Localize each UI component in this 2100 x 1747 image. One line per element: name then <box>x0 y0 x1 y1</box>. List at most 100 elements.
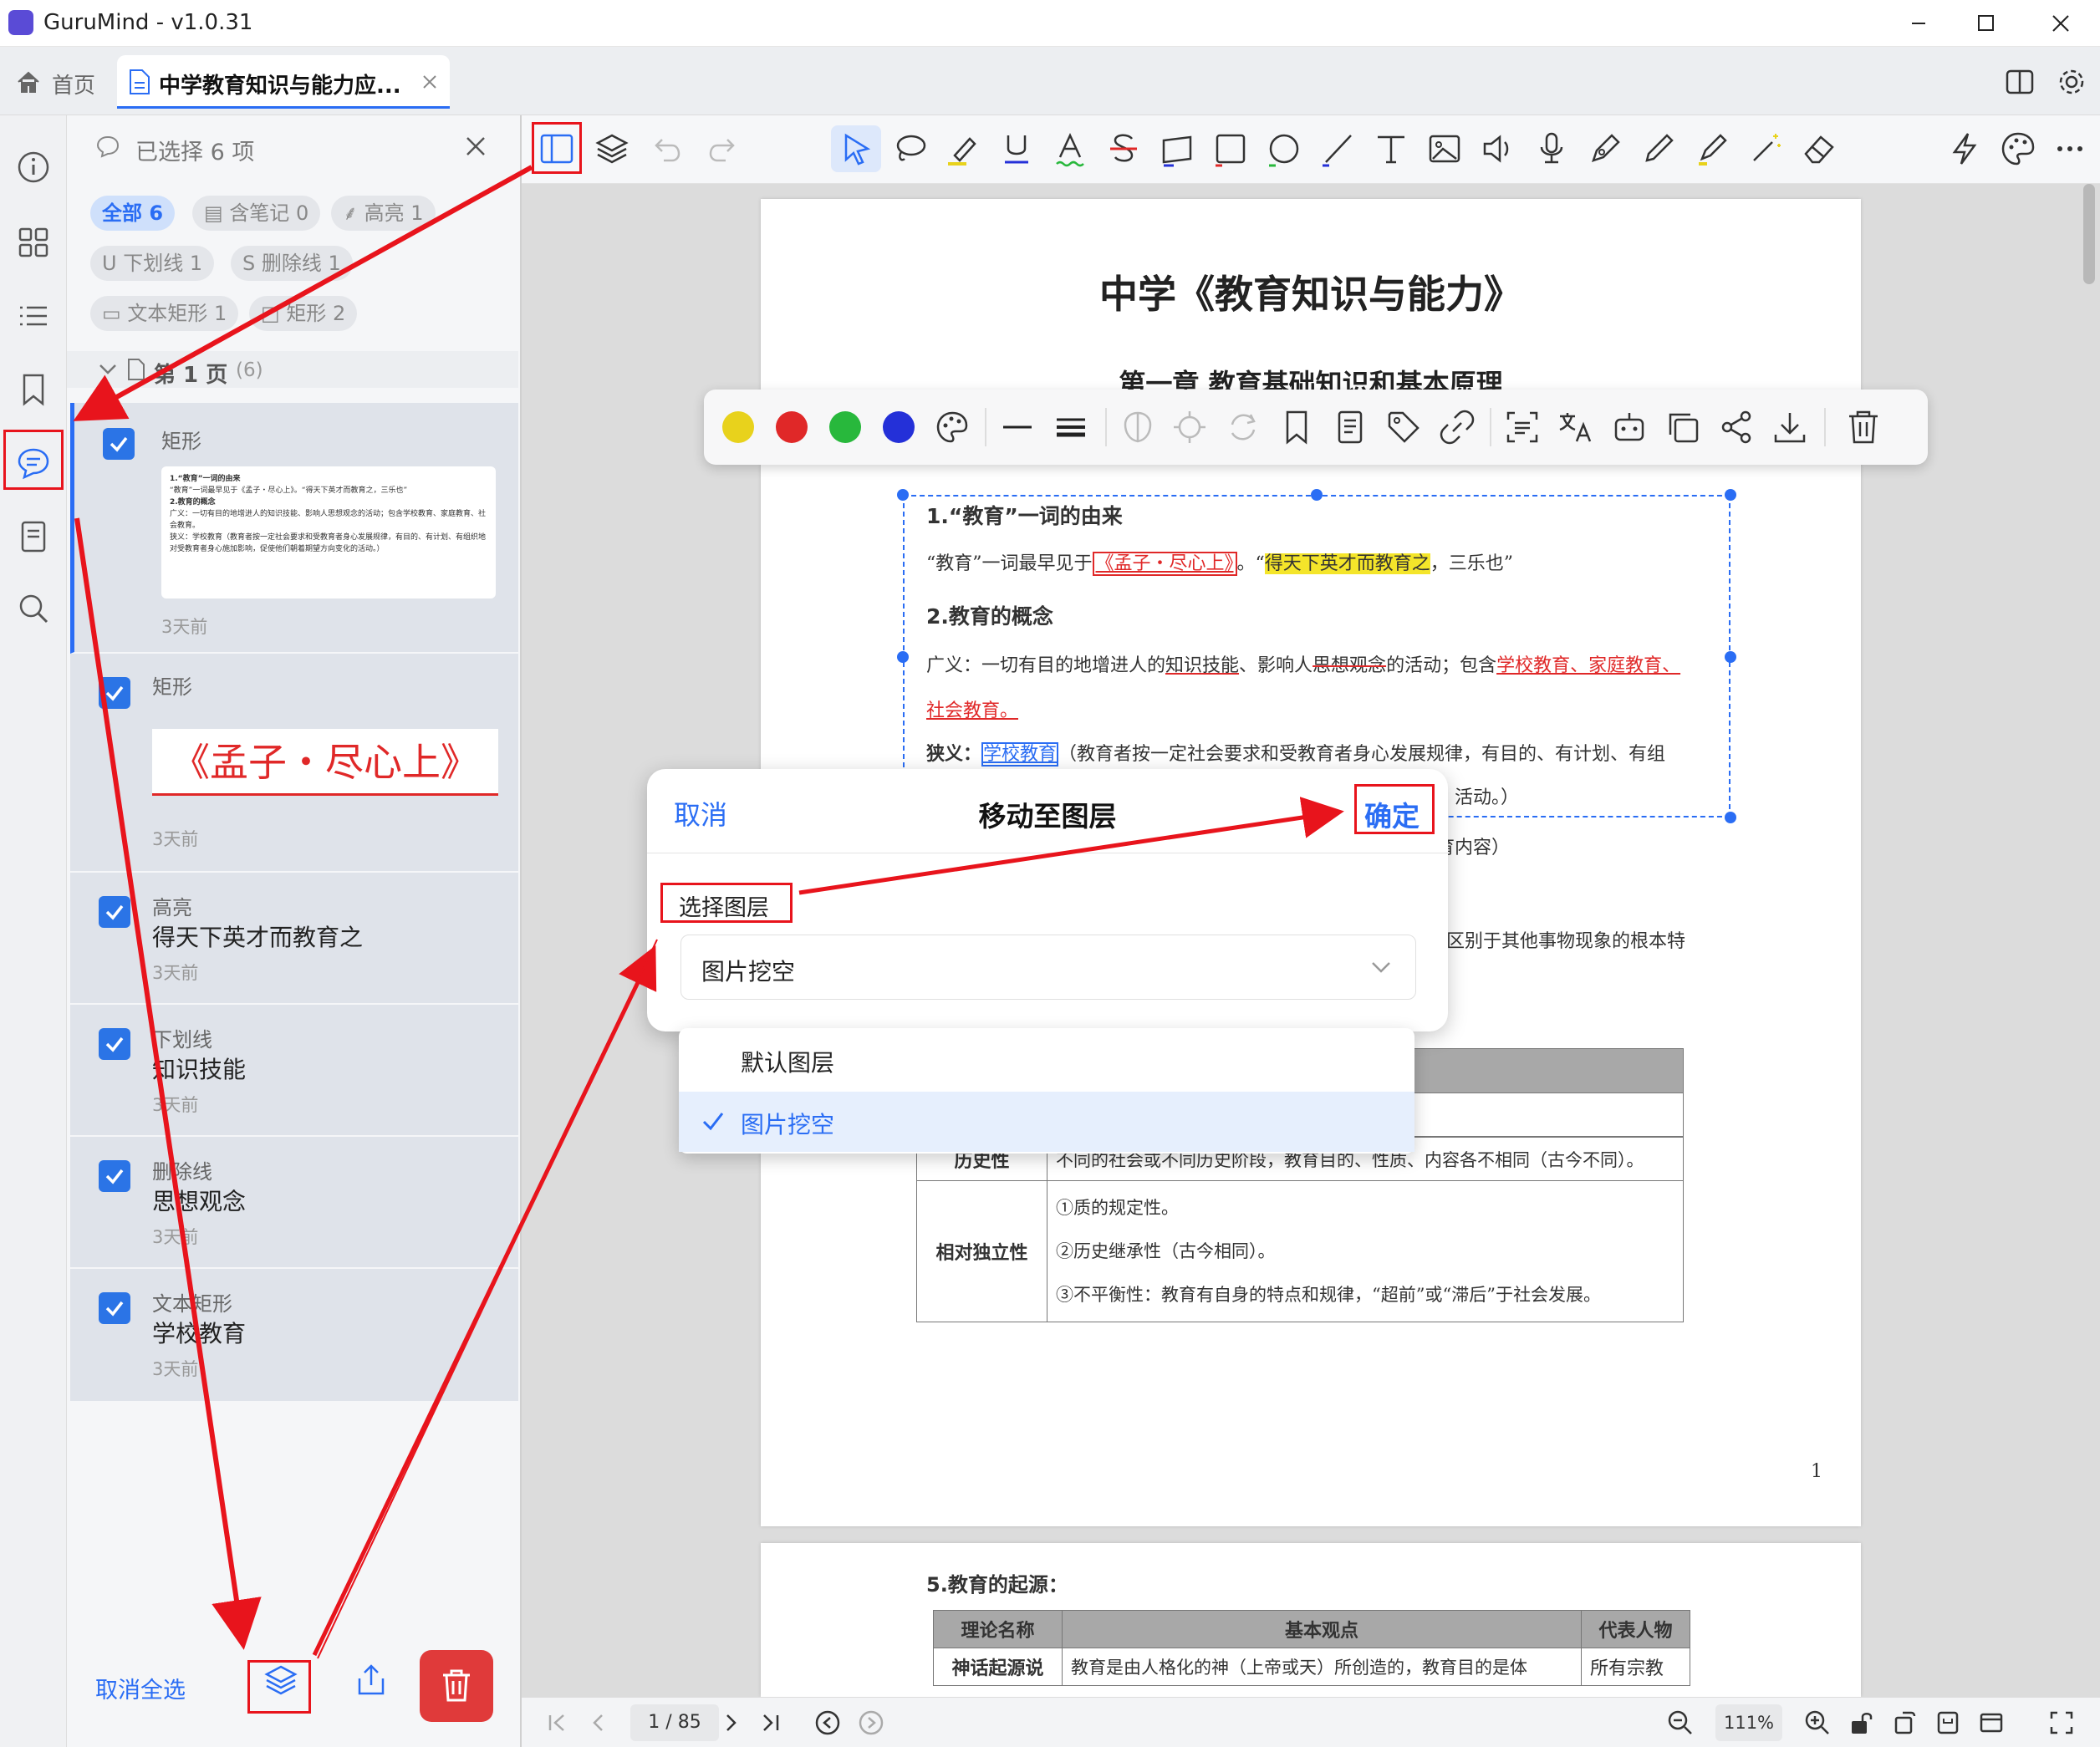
text-rect-annotation[interactable]: 学校教育 <box>981 742 1059 767</box>
text-tool-icon[interactable] <box>1371 129 1411 169</box>
layer-option[interactable]: 默认图层 <box>679 1028 1414 1090</box>
close-window-button[interactable] <box>2040 8 2082 38</box>
layer-option-selected[interactable]: 图片挖空 <box>679 1092 1414 1152</box>
zoom-out-icon[interactable] <box>1667 1709 1694 1736</box>
highlight-annotation[interactable]: 得天下英才而教育之 <box>1264 553 1430 574</box>
split-view-icon[interactable] <box>2005 67 2035 97</box>
audio-tool-icon[interactable] <box>1478 129 1518 169</box>
page-group-header[interactable]: 第 1 页 (6) <box>67 351 518 388</box>
squiggly-icon[interactable] <box>1050 129 1090 169</box>
line-icon[interactable] <box>1318 129 1358 169</box>
copy-icon[interactable] <box>1662 406 1704 448</box>
deselect-all-button[interactable]: 取消全选 <box>95 1672 186 1704</box>
search-icon[interactable] <box>15 590 52 627</box>
filter-rectangle[interactable]: □ 矩形 2 <box>249 296 358 331</box>
card-checkbox[interactable] <box>99 1160 130 1192</box>
tab-close-icon[interactable] <box>421 74 438 90</box>
annotation-card[interactable]: 下划线 知识技能 3天前 <box>70 1005 518 1137</box>
ocr-scan-icon[interactable] <box>1501 406 1543 448</box>
pen-icon[interactable] <box>1639 129 1679 169</box>
filter-highlight[interactable]: ⸙ 高亮 1 <box>331 196 436 231</box>
filter-underline[interactable]: U 下划线 1 <box>90 246 215 281</box>
strikethrough-annotation[interactable]: 思想观念 <box>1312 655 1386 676</box>
redo-icon[interactable] <box>702 129 742 169</box>
lasso-icon[interactable] <box>889 129 930 169</box>
annotation-card[interactable]: 矩形 1.“教育”一词的由来 “教育”一词最早见于《孟子・尽心上》。“得天下英才… <box>70 403 518 654</box>
selection-handle[interactable] <box>1725 651 1736 663</box>
view-mode-icon[interactable] <box>1978 1709 2005 1736</box>
settings-gear-icon[interactable] <box>2057 67 2087 97</box>
notes-page-icon[interactable] <box>15 518 52 555</box>
brain-icon[interactable] <box>1117 406 1159 448</box>
note-icon[interactable] <box>1329 406 1371 448</box>
minimize-button[interactable] <box>1898 8 1939 38</box>
page-indicator[interactable]: 1 / 85 <box>630 1704 719 1741</box>
outline-list-icon[interactable] <box>15 298 52 334</box>
thin-line-icon[interactable] <box>996 406 1038 448</box>
next-page-icon[interactable] <box>719 1711 742 1734</box>
fullscreen-icon[interactable] <box>2048 1709 2075 1736</box>
palette-icon[interactable] <box>1998 129 2038 169</box>
select-pointer-icon[interactable] <box>836 129 876 169</box>
maximize-button[interactable] <box>1965 8 2006 38</box>
zoom-in-icon[interactable] <box>1804 1709 1831 1736</box>
last-page-icon[interactable] <box>759 1711 782 1734</box>
tab-document[interactable]: 中学教育知识与能力应... <box>117 55 450 109</box>
text-rect-annotation[interactable]: 《孟子・尽心上》 <box>1092 552 1237 576</box>
history-back-icon[interactable] <box>814 1709 841 1736</box>
microphone-icon[interactable] <box>1532 129 1572 169</box>
color-swatch-green[interactable] <box>829 411 861 443</box>
highlighter-icon[interactable] <box>943 129 983 169</box>
zoom-level[interactable]: 111% <box>1715 1704 1782 1741</box>
marker-icon[interactable] <box>1692 129 1732 169</box>
unlock-icon[interactable] <box>1848 1709 1874 1736</box>
card-checkbox[interactable] <box>99 1028 130 1060</box>
tab-home[interactable]: 首页 <box>12 65 104 99</box>
more-options-icon[interactable] <box>2050 129 2090 169</box>
download-icon[interactable] <box>1769 406 1811 448</box>
underline-annotation[interactable]: 知识技能 <box>1165 655 1239 676</box>
grid-icon[interactable] <box>15 224 52 261</box>
undo-icon[interactable] <box>647 129 687 169</box>
color-swatch-yellow[interactable] <box>722 411 754 443</box>
card-checkbox[interactable] <box>99 896 130 928</box>
rotate-page-icon[interactable] <box>1891 1709 1918 1736</box>
card-checkbox[interactable] <box>103 428 135 460</box>
vertical-scrollbar[interactable] <box>2083 184 2095 284</box>
card-checkbox[interactable] <box>99 677 130 709</box>
filter-text-rect[interactable]: ▭ 文本矩形 1 <box>90 296 239 331</box>
info-icon[interactable] <box>15 149 52 186</box>
card-checkbox[interactable] <box>99 1292 130 1324</box>
filter-all[interactable]: 全部 6 <box>90 196 176 231</box>
color-swatch-blue[interactable] <box>883 411 915 443</box>
filter-with-notes[interactable]: ▤ 含笔记 0 <box>192 196 321 231</box>
link-icon[interactable] <box>1436 406 1478 448</box>
paragraph[interactable]: 社会教育。 <box>926 695 1018 722</box>
annotation-card[interactable]: 删除线 思想观念 3天前 <box>70 1137 518 1269</box>
ai-robot-icon[interactable] <box>1608 406 1650 448</box>
magic-wand-icon[interactable] <box>1746 129 1786 169</box>
share-icon[interactable] <box>1715 406 1757 448</box>
thick-line-icon[interactable] <box>1050 406 1092 448</box>
selection-handle[interactable] <box>1725 812 1736 823</box>
color-swatch-red[interactable] <box>776 411 808 443</box>
rectangle-icon[interactable] <box>1211 129 1251 169</box>
prev-page-icon[interactable] <box>587 1711 610 1734</box>
eraser-icon[interactable] <box>1799 129 1839 169</box>
locate-icon[interactable] <box>1169 406 1211 448</box>
layers-icon[interactable] <box>592 129 632 169</box>
selection-handle[interactable] <box>1725 489 1736 501</box>
first-page-icon[interactable] <box>545 1711 568 1734</box>
image-tool-icon[interactable] <box>1425 129 1465 169</box>
lightning-icon[interactable] <box>1945 129 1985 169</box>
history-forward-icon[interactable] <box>858 1709 884 1736</box>
annotation-card[interactable]: 文本矩形 学校教育 3天前 <box>70 1269 518 1403</box>
palette-icon[interactable] <box>931 406 973 448</box>
fit-page-icon[interactable] <box>1934 1709 1961 1736</box>
strikethrough-icon[interactable] <box>1104 129 1144 169</box>
ellipse-icon[interactable] <box>1264 129 1304 169</box>
translate-icon[interactable] <box>1555 406 1597 448</box>
annotation-card[interactable]: 矩形 《孟子・尽心上》 3天前 <box>70 654 518 873</box>
underline-annotation[interactable]: 学校教育、家庭教育、 <box>1496 655 1680 676</box>
annotation-card[interactable]: 高亮 得天下英才而教育之 3天前 <box>70 873 518 1005</box>
